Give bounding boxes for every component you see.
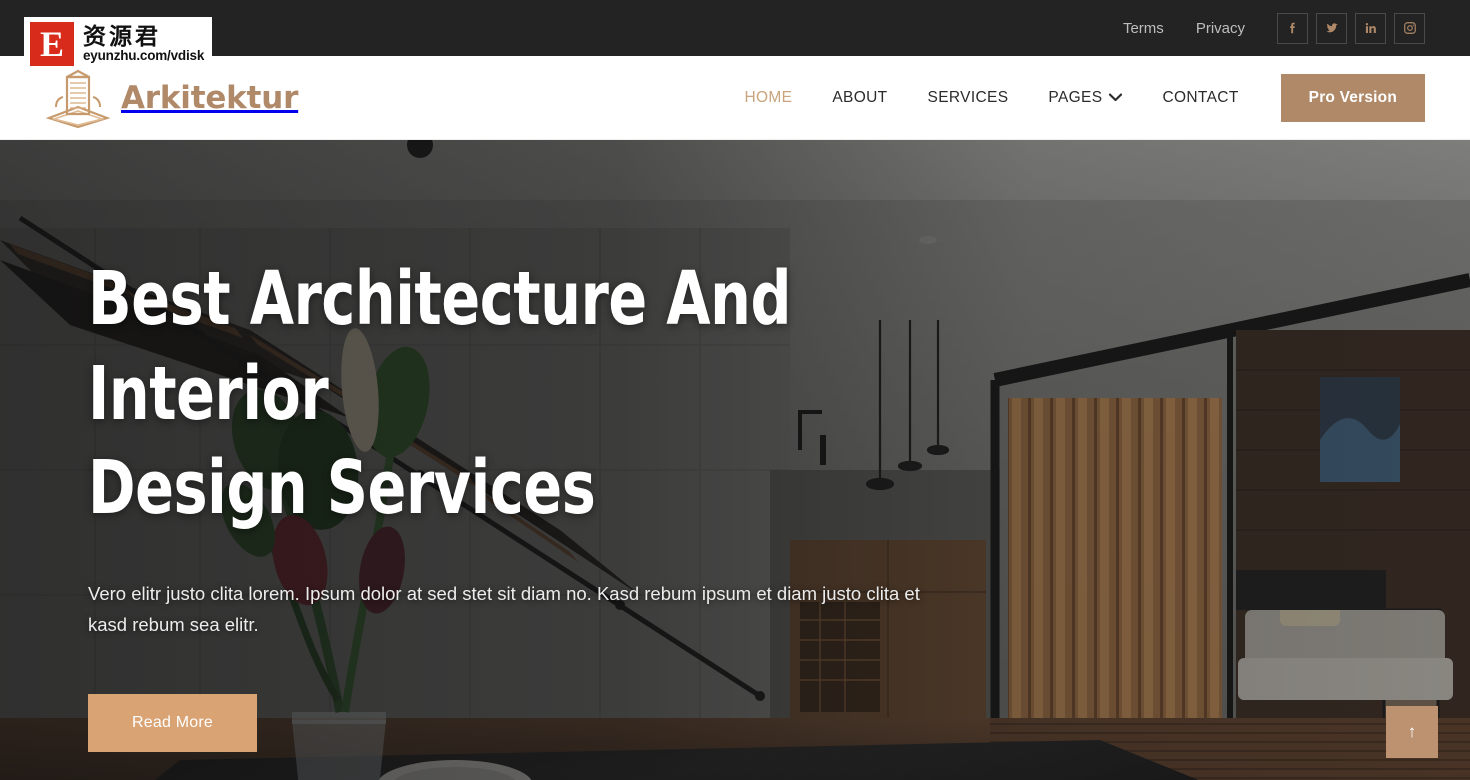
twitter-icon[interactable] [1316,12,1347,44]
hero-title-line-1: Best Architecture And Interior [88,256,792,437]
nav-item-about[interactable]: ABOUT [812,89,907,107]
chevron-down-icon [1109,89,1123,107]
nav-menu: HOME ABOUT SERVICES PAGES CONTACT Pro Ve… [724,73,1470,122]
top-bar: info@example.com Terms Privacy [0,0,1470,56]
nav-item-services-label: SERVICES [927,88,1009,106]
watermark-logo-icon: E [30,22,74,66]
facebook-icon[interactable] [1277,12,1308,44]
brand-name: Arkitektur [121,79,299,116]
nav-item-home[interactable]: HOME [724,89,812,107]
back-to-top-button[interactable]: ↑ [1386,706,1438,758]
pro-version-button[interactable]: Pro Version [1280,73,1425,122]
watermark-chinese-text: 资源君 [83,23,161,50]
social-links [1277,12,1425,44]
hero-content: Best Architecture And Interior Design Se… [88,252,968,753]
building-tower-icon [45,67,111,129]
hero-title: Best Architecture And Interior Design Se… [88,252,845,536]
top-bar-right: Terms Privacy [1107,12,1470,44]
brand-logo[interactable]: Arkitektur [0,67,298,129]
page-root: Best Architecture And Interior Design Se… [0,0,1470,780]
nav-item-pages[interactable]: PAGES [1028,89,1142,107]
linkedin-icon[interactable] [1355,12,1386,44]
nav-item-home-label: HOME [744,88,793,106]
instagram-icon[interactable] [1394,12,1425,44]
nav-item-services[interactable]: SERVICES [908,89,1029,107]
arrow-up-icon: ↑ [1407,722,1417,741]
hero-description: Vero elitr justo clita lorem. Ipsum dolo… [88,583,920,636]
read-more-button[interactable]: Read More [88,694,257,753]
nav-item-contact[interactable]: CONTACT [1142,89,1258,107]
main-navbar: Arkitektur HOME ABOUT SERVICES PAGES CON… [0,56,1470,140]
hero-title-line-2: Design Services [88,445,596,532]
nav-item-contact-label: CONTACT [1162,88,1239,106]
watermark-overlay: E 资源君 eyunzhu.com/vdisk [24,17,213,69]
watermark-url: eyunzhu.com/vdisk [83,47,205,63]
hero-section: Best Architecture And Interior Design Se… [0,140,1470,780]
top-link-terms[interactable]: Terms [1107,20,1180,37]
watermark-text: 资源君 eyunzhu.com/vdisk [83,25,204,63]
top-link-privacy[interactable]: Privacy [1180,20,1261,37]
nav-item-about-label: ABOUT [832,88,888,106]
nav-item-pages-label: PAGES [1048,88,1103,106]
